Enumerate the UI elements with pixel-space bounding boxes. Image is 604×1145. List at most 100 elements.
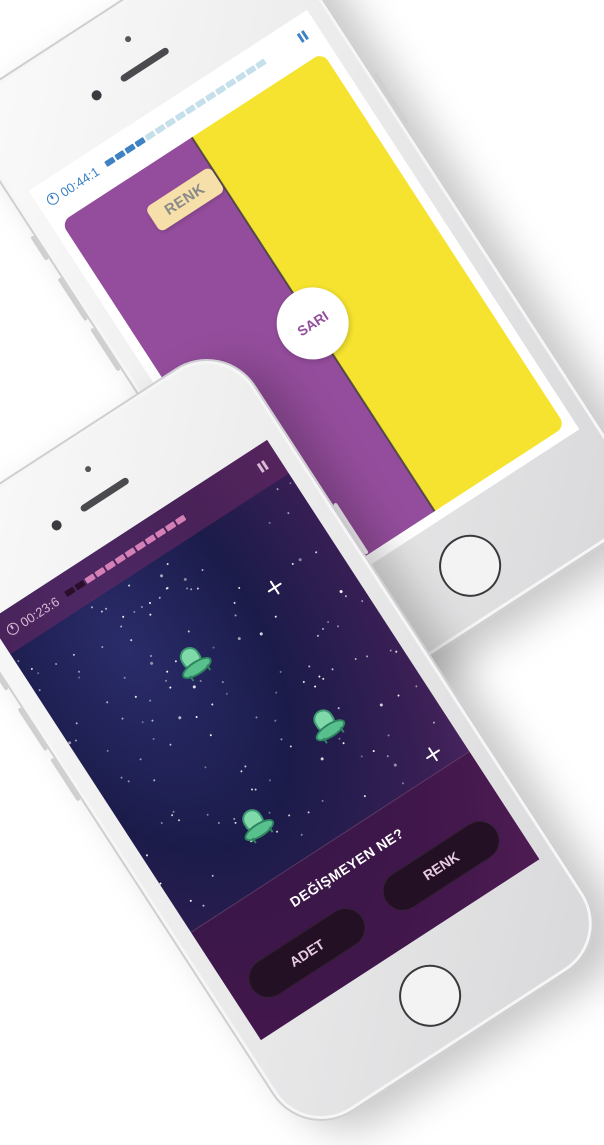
star [38,688,42,692]
star [314,550,318,554]
progress-segment [154,123,167,135]
timer-value: 00:44:1 [57,163,102,200]
star [210,703,214,706]
star [300,833,304,837]
progress-segment [155,527,167,538]
star [255,716,258,719]
star [372,749,376,753]
progress-segment [184,104,197,115]
star [313,685,317,688]
ufo-icon [304,704,349,749]
star [254,788,258,791]
star [240,769,243,773]
progress-segment [225,77,237,89]
clock-icon [4,620,22,638]
star [166,562,170,566]
star [140,605,144,609]
star [164,679,168,683]
progress-segment [124,143,137,154]
star [177,818,181,822]
star [134,695,138,699]
star [121,615,125,619]
star [321,799,325,803]
star [129,638,133,642]
star [386,754,390,758]
star [331,667,334,671]
star [160,821,164,825]
star [321,677,325,681]
star [234,614,237,617]
star [192,684,197,689]
star [233,601,236,605]
star [206,813,210,817]
progress-segment [134,540,147,552]
star [127,779,131,783]
star [189,587,193,591]
progress-segment [175,514,187,525]
star [389,649,393,652]
star [159,882,162,885]
star [393,762,398,768]
star [289,745,293,748]
star [120,776,123,780]
star [202,904,205,908]
star [148,699,152,703]
star [363,794,367,798]
star [149,654,153,658]
star [237,586,241,590]
star [237,636,242,641]
star [259,631,264,636]
star [276,487,279,491]
star [75,721,79,725]
star [360,755,364,758]
progress-segment [64,586,77,597]
star [268,521,272,525]
star [158,596,162,600]
progress-segment [94,566,107,578]
progress-segment [114,553,127,565]
progress-segment [245,64,258,76]
clock-icon [44,190,62,208]
star [127,584,131,587]
star [106,749,110,753]
star [185,587,189,590]
star [217,821,221,825]
progress-segment [114,149,127,161]
star [72,653,76,657]
star [165,670,169,674]
progress-segment [195,97,207,108]
star [291,562,295,566]
star [320,756,325,761]
progress-segment [235,71,247,82]
pause-button[interactable] [252,455,274,477]
star [302,680,306,684]
progress-segment [74,579,87,591]
progress-segment [174,110,187,122]
star [274,691,278,695]
star [286,511,290,515]
pause-button[interactable] [292,25,314,47]
star [279,670,283,674]
progress-segment [144,534,157,545]
star [187,630,191,633]
star [121,717,124,720]
star [289,481,292,485]
star [307,665,311,668]
star [168,686,172,689]
star [274,615,278,619]
star [149,613,152,617]
star [401,781,405,785]
star [336,624,340,628]
star [344,594,348,598]
progress-segment [124,547,137,558]
ufo-icon [170,642,215,687]
progress-segment [164,117,177,128]
timer-value: 00:23:6 [17,593,62,630]
star [152,778,156,782]
star [212,646,215,649]
progress-segment [104,156,117,167]
star [225,692,229,696]
progress-segment [134,136,147,148]
star [36,671,40,675]
star [77,676,81,679]
